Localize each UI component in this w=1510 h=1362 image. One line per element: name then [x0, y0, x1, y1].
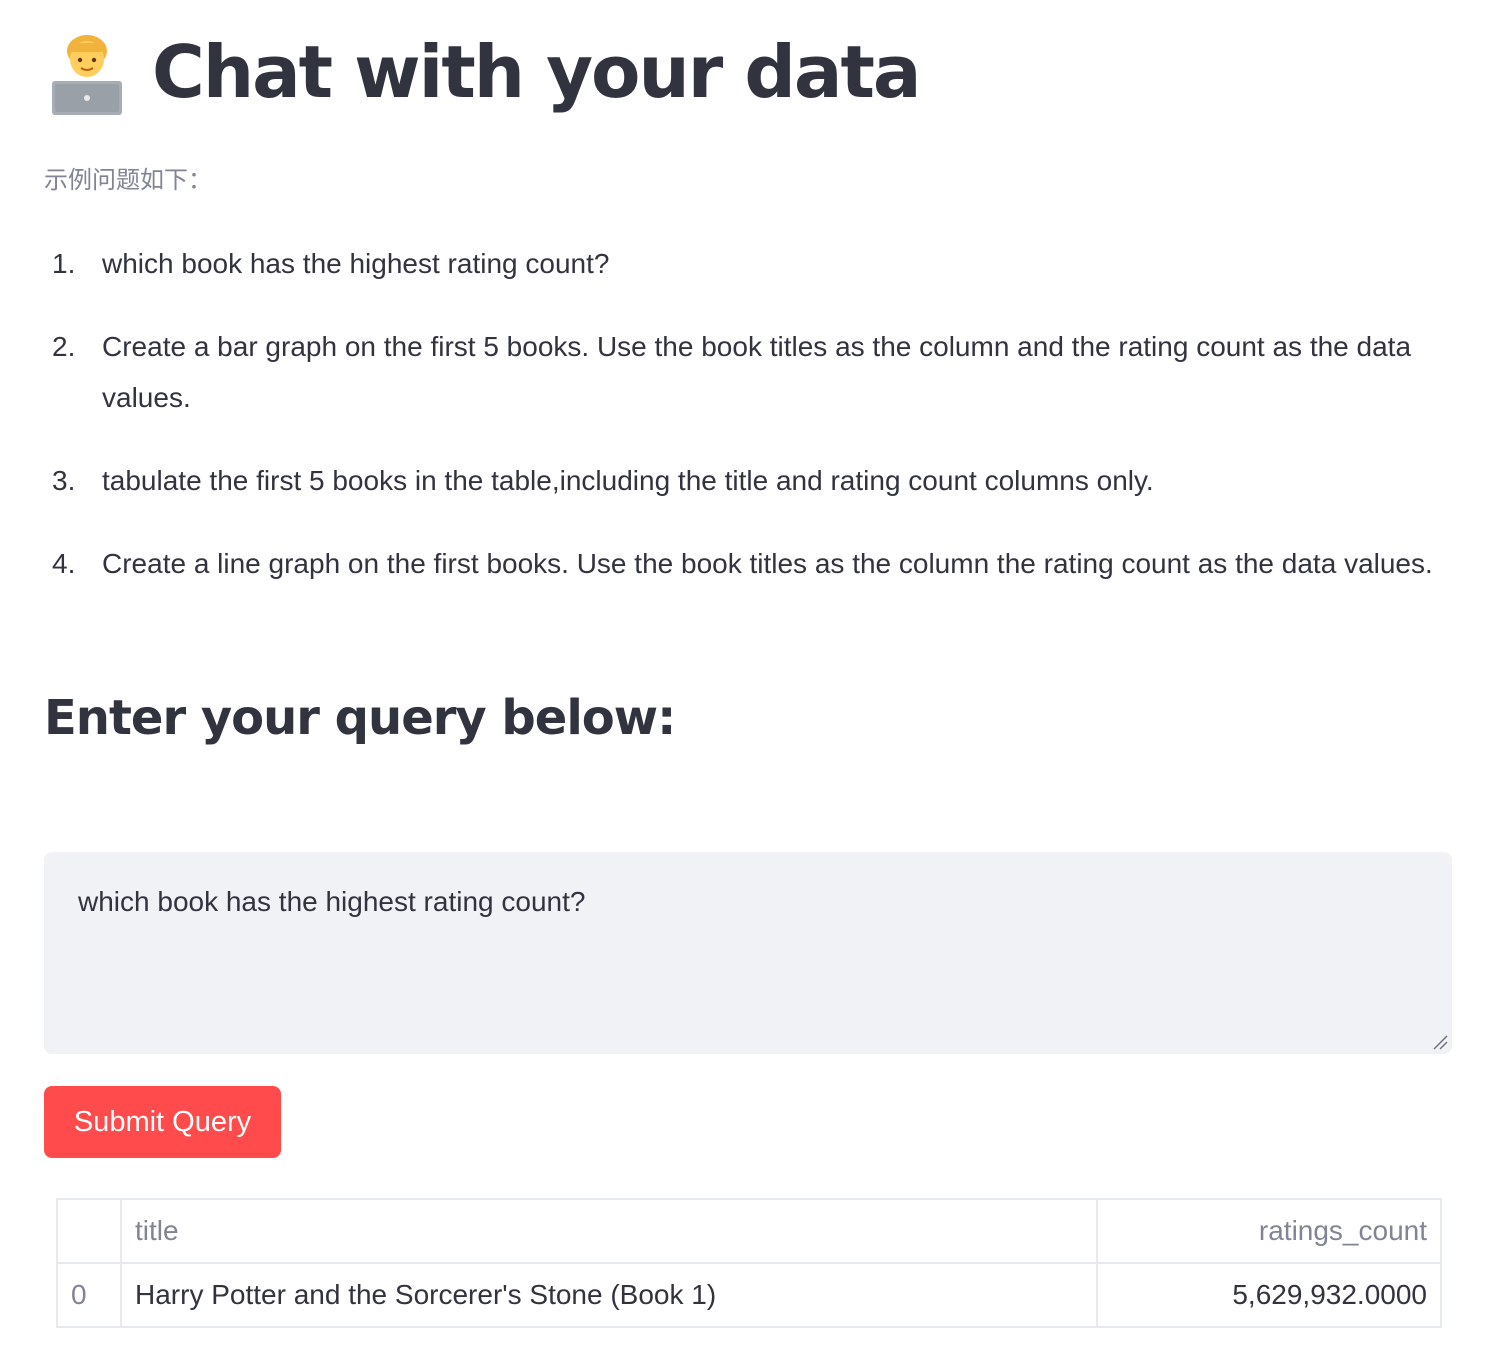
list-number: 2. — [52, 331, 76, 362]
list-item: 2. Create a bar graph on the first 5 boo… — [44, 321, 1444, 423]
row-index[interactable]: 0 — [56, 1262, 122, 1328]
example-questions-list: 1. which book has the highest rating cou… — [44, 238, 1444, 621]
result-table: title ratings_count 0 Harry Potter and t… — [56, 1198, 1442, 1328]
list-item-text: tabulate the first 5 books in the table,… — [102, 465, 1154, 496]
ratings-count-cell[interactable]: 5,629,932.0000 — [1096, 1262, 1442, 1328]
query-input[interactable]: which book has the highest rating count? — [44, 852, 1452, 1054]
resize-handle-icon[interactable] — [1432, 1034, 1448, 1050]
technologist-laptop-icon — [44, 29, 130, 115]
list-item: 3. tabulate the first 5 books in the tab… — [44, 455, 1444, 506]
list-item: 1. which book has the highest rating cou… — [44, 238, 1444, 289]
title-row: Chat with your data — [44, 22, 921, 122]
page-title: Chat with your data — [152, 30, 921, 114]
query-heading: Enter your query below: — [44, 690, 676, 746]
list-item: 4. Create a line graph on the first book… — [44, 538, 1444, 589]
list-item-text: Create a bar graph on the first 5 books.… — [102, 331, 1412, 413]
title-column-header[interactable]: title — [120, 1198, 1098, 1264]
index-column-header[interactable] — [56, 1198, 122, 1264]
list-number: 3. — [52, 465, 76, 496]
table-header-row: title ratings_count — [56, 1198, 1442, 1264]
list-number: 1. — [52, 248, 76, 279]
submit-query-button[interactable]: Submit Query — [44, 1086, 281, 1158]
book-title-cell[interactable]: Harry Potter and the Sorcerer's Stone (B… — [120, 1262, 1098, 1328]
list-number: 4. — [52, 548, 76, 579]
ratings-count-column-header[interactable]: ratings_count — [1096, 1198, 1442, 1264]
examples-caption: 示例问题如下： — [44, 167, 212, 194]
list-item-text: which book has the highest rating count? — [102, 248, 610, 279]
list-item-text: Create a line graph on the first books. … — [102, 548, 1433, 579]
table-row: 0 Harry Potter and the Sorcerer's Stone … — [56, 1262, 1442, 1328]
